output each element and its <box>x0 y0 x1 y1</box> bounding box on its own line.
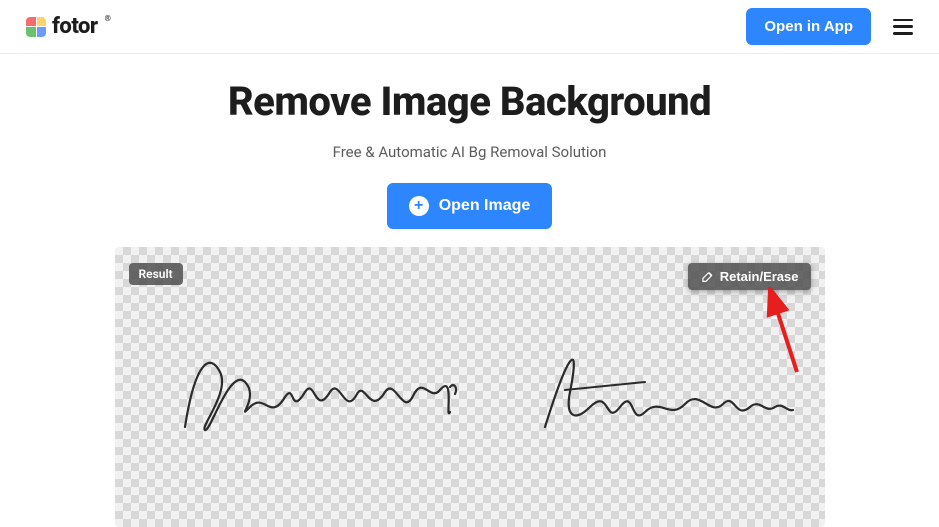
annotation-arrow <box>757 287 807 377</box>
page-title: Remove Image Background <box>0 78 939 125</box>
header: fotor ® Open in App <box>0 0 939 54</box>
image-canvas[interactable]: Result Retain/Erase <box>115 247 825 527</box>
retain-erase-label: Retain/Erase <box>720 269 799 284</box>
logo-icon <box>26 17 46 37</box>
open-image-button[interactable]: + Open Image <box>387 183 553 229</box>
page-subtitle: Free & Automatic AI Bg Removal Solution <box>0 143 939 161</box>
plus-icon: + <box>409 196 429 216</box>
eraser-icon <box>700 270 714 284</box>
open-image-label: Open Image <box>439 197 531 215</box>
open-in-app-button[interactable]: Open in App <box>746 8 871 45</box>
main-content: Remove Image Background Free & Automatic… <box>0 54 939 527</box>
result-badge: Result <box>129 263 183 285</box>
header-right: Open in App <box>746 8 913 45</box>
logo-text: fotor <box>52 14 98 39</box>
hamburger-menu-icon[interactable] <box>893 19 913 35</box>
retain-erase-button[interactable]: Retain/Erase <box>688 263 811 290</box>
logo[interactable]: fotor ® <box>26 14 110 39</box>
signature-image <box>175 312 795 452</box>
registered-icon: ® <box>105 14 111 23</box>
